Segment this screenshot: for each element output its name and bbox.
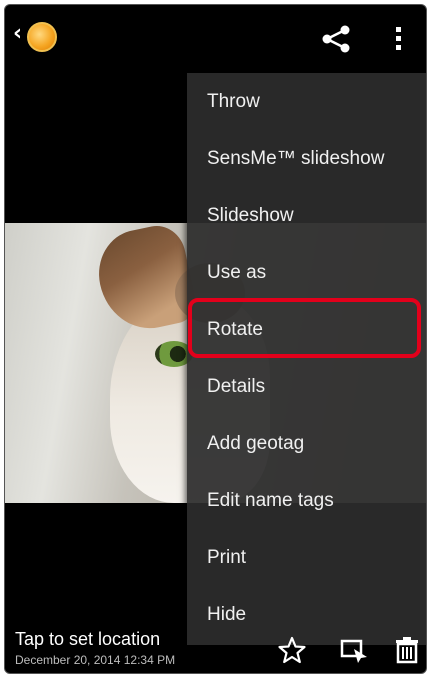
menu-item-throw[interactable]: Throw [187,73,426,130]
menu-item-slideshow[interactable]: Slideshow [187,187,426,244]
menu-item-details[interactable]: Details [187,358,426,415]
menu-item-use-as[interactable]: Use as [187,244,426,301]
photo-date: December 20, 2014 12:34 PM [15,653,176,667]
overflow-menu-icon[interactable] [394,27,402,53]
location-label[interactable]: Tap to set location [15,629,160,650]
menu-item-add-geotag[interactable]: Add geotag [187,415,426,472]
rotate-highlight-box [188,298,421,358]
bottom-bar: Tap to set location December 20, 2014 12… [5,619,426,673]
phone-screen: ‹ Throw SensMe™ slideshow Slideshow Use … [4,4,427,674]
share-icon[interactable] [321,25,351,53]
menu-item-edit-name-tags[interactable]: Edit name tags [187,472,426,529]
back-chevron-icon[interactable]: ‹ [13,21,22,47]
overflow-menu: Throw SensMe™ slideshow Slideshow Use as… [187,73,426,645]
favorite-star-icon[interactable] [277,635,307,665]
action-bar: ‹ [5,5,426,65]
menu-item-sensme-slideshow[interactable]: SensMe™ slideshow [187,130,426,187]
edit-icon[interactable] [339,635,369,665]
app-icon[interactable] [27,22,57,52]
delete-icon[interactable] [392,635,422,665]
menu-item-print[interactable]: Print [187,529,426,586]
